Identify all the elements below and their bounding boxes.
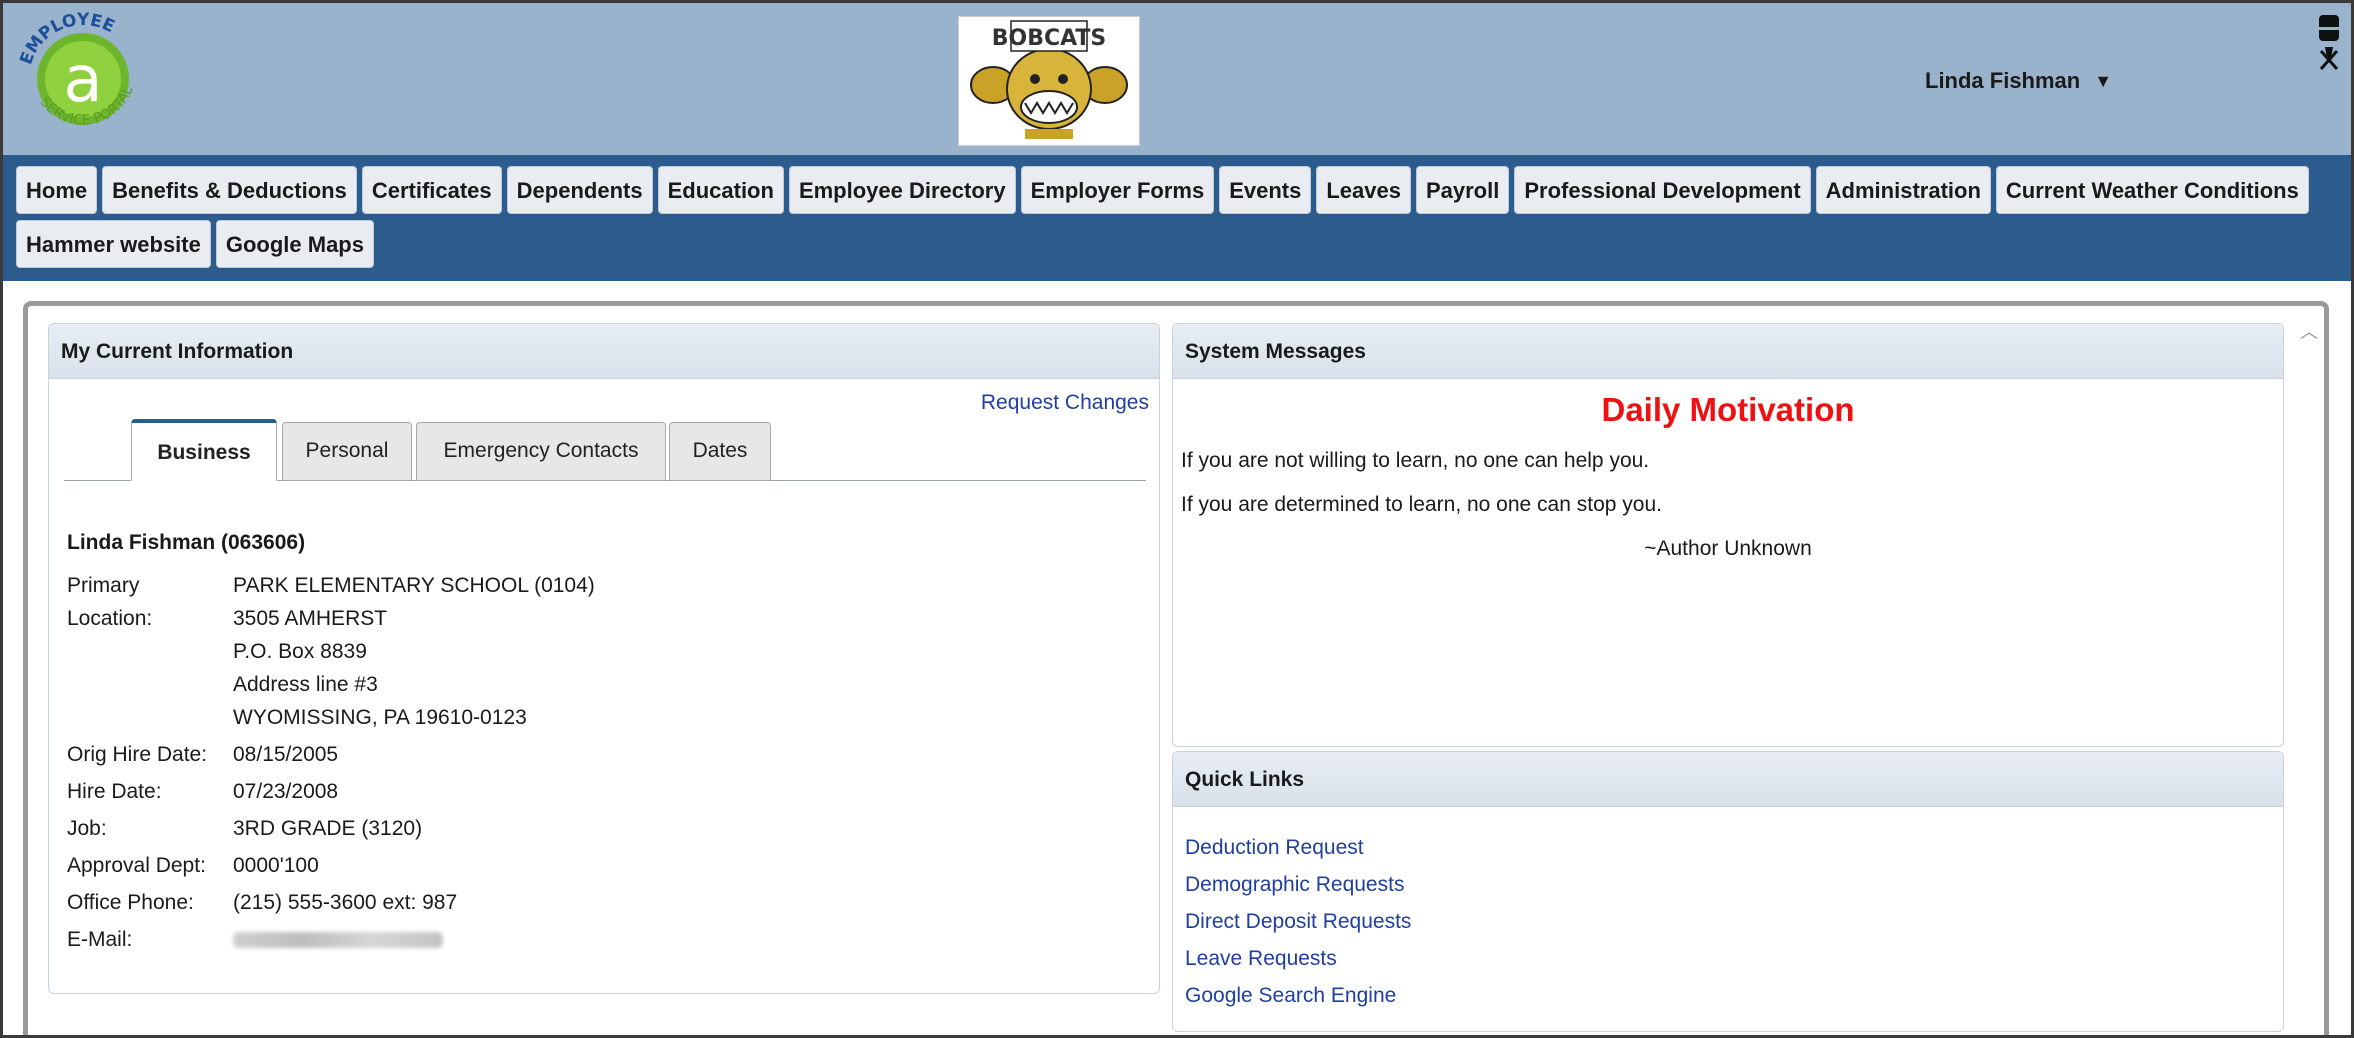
logo-letter: a	[63, 43, 102, 117]
nav-row-1: Home Benefits & Deductions Certificates …	[16, 166, 2351, 214]
nav-events[interactable]: Events	[1219, 166, 1312, 214]
location-value: PARK ELEMENTARY SCHOOL (0104) 3505 AMHER…	[233, 569, 595, 734]
school-logo-text: BOBCATS	[992, 26, 1107, 51]
bobcats-mascot-icon: BOBCATS	[959, 17, 1139, 145]
app-window: a EMPLOYEE SERVICE PORTAL BOBCATS Linda …	[0, 0, 2354, 1038]
email-row: E-Mail:	[67, 923, 595, 958]
phone-row: Office Phone: (215) 555-3600 ext: 987	[67, 886, 595, 919]
employee-name: Linda Fishman (063606)	[67, 531, 306, 554]
location-line: P.O. Box 8839	[233, 640, 367, 663]
link-google-search-engine[interactable]: Google Search Engine	[1185, 977, 2283, 1014]
nav-professional-development[interactable]: Professional Development	[1514, 166, 1811, 214]
header: a EMPLOYEE SERVICE PORTAL BOBCATS Linda …	[3, 3, 2351, 155]
link-direct-deposit-requests[interactable]: Direct Deposit Requests	[1185, 903, 2283, 940]
primary-label: Primary	[67, 574, 140, 597]
quick-links-panel: Quick Links Deduction Request Demographi…	[1172, 751, 2284, 1032]
employee-portal-logo[interactable]: a EMPLOYEE SERVICE PORTAL	[11, 9, 153, 149]
user-name[interactable]: Linda Fishman	[1925, 68, 2080, 94]
dept-row: Approval Dept: 0000'100	[67, 849, 595, 882]
scroll-up-icon[interactable]: ︿	[2300, 318, 2318, 344]
system-messages-panel: System Messages Daily Motivation If you …	[1172, 323, 2284, 747]
user-menu[interactable]: Linda Fishman ▼	[1925, 68, 2112, 94]
panel-title: System Messages	[1173, 324, 2283, 379]
tab-dates[interactable]: Dates	[669, 422, 771, 481]
dept-value: 0000'100	[233, 854, 319, 877]
location-line: Address line #3	[233, 673, 378, 696]
job-value: 3RD GRADE (3120)	[233, 817, 423, 840]
nav-benefits-deductions[interactable]: Benefits & Deductions	[102, 166, 357, 214]
job-label: Job:	[67, 817, 107, 840]
daily-motivation-heading: Daily Motivation	[1601, 391, 1855, 428]
my-current-information-panel: My Current Information Request Changes B…	[48, 323, 1160, 994]
tab-business[interactable]: Business	[131, 419, 277, 481]
hire-value: 07/23/2008	[233, 780, 339, 803]
nav-home[interactable]: Home	[16, 166, 98, 214]
hire-row: Hire Date: 07/23/2008	[67, 775, 595, 808]
orig-hire-row: Orig Hire Date: 08/15/2005	[67, 738, 595, 771]
pin-toggle-icon[interactable]	[2315, 11, 2343, 75]
link-deduction-request[interactable]: Deduction Request	[1185, 829, 2283, 866]
tab-emergency-contacts[interactable]: Emergency Contacts	[416, 422, 666, 481]
nav-row-2: Hammer website Google Maps	[16, 220, 2351, 268]
quick-links-list: Deduction Request Demographic Requests D…	[1173, 807, 2283, 1014]
nav-google-maps[interactable]: Google Maps	[215, 220, 374, 268]
request-changes-link[interactable]: Request Changes	[981, 391, 1149, 415]
message-line: If you are determined to learn, no one c…	[1181, 493, 1662, 516]
nav-employer-forms[interactable]: Employer Forms	[1020, 166, 1215, 214]
orig-hire-label: Orig Hire Date:	[67, 743, 208, 766]
email-value-blurred	[233, 923, 443, 958]
info-tabs: Business Personal Emergency Contacts Dat…	[64, 419, 1146, 481]
hire-label: Hire Date:	[67, 780, 162, 803]
nav-certificates[interactable]: Certificates	[361, 166, 502, 214]
job-row: Job: 3RD GRADE (3120)	[67, 812, 595, 845]
panel-title: My Current Information	[49, 324, 1159, 379]
location-label-text: Location:	[67, 607, 153, 630]
message-author: ~Author Unknown	[1644, 537, 1812, 560]
phone-value: (215) 555-3600 ext: 987	[233, 891, 458, 914]
phone-label: Office Phone:	[67, 891, 194, 914]
nav-current-weather-conditions[interactable]: Current Weather Conditions	[1995, 166, 2309, 214]
school-logo: BOBCATS	[958, 16, 1140, 146]
nav-hammer-website[interactable]: Hammer website	[16, 220, 211, 268]
nav-education[interactable]: Education	[657, 166, 784, 214]
nav-employee-directory[interactable]: Employee Directory	[788, 166, 1016, 214]
location-label: Primary Location:	[67, 569, 233, 734]
main-nav: Home Benefits & Deductions Certificates …	[3, 155, 2351, 281]
nav-dependents[interactable]: Dependents	[506, 166, 653, 214]
location-line: PARK ELEMENTARY SCHOOL (0104)	[233, 574, 595, 597]
tab-personal[interactable]: Personal	[282, 422, 412, 481]
link-leave-requests[interactable]: Leave Requests	[1185, 940, 2283, 977]
nav-administration[interactable]: Administration	[1815, 166, 1991, 214]
panel-title: Quick Links	[1173, 752, 2283, 807]
business-fields: Primary Location: PARK ELEMENTARY SCHOOL…	[67, 569, 595, 958]
chevron-down-icon[interactable]: ▼	[2094, 71, 2112, 92]
message-line: If you are not willing to learn, no one …	[1181, 449, 1650, 472]
nav-leaves[interactable]: Leaves	[1316, 166, 1411, 214]
email-label: E-Mail:	[67, 928, 133, 951]
nav-payroll[interactable]: Payroll	[1415, 166, 1510, 214]
content-area: ︿ My Current Information Request Changes…	[23, 301, 2329, 1035]
orig-hire-value: 08/15/2005	[233, 743, 339, 766]
link-demographic-requests[interactable]: Demographic Requests	[1185, 866, 2283, 903]
dept-label: Approval Dept:	[67, 854, 206, 877]
location-line: 3505 AMHERST	[233, 607, 388, 630]
location-line: WYOMISSING, PA 19610-0123	[233, 706, 527, 729]
location-row: Primary Location: PARK ELEMENTARY SCHOOL…	[67, 569, 595, 734]
